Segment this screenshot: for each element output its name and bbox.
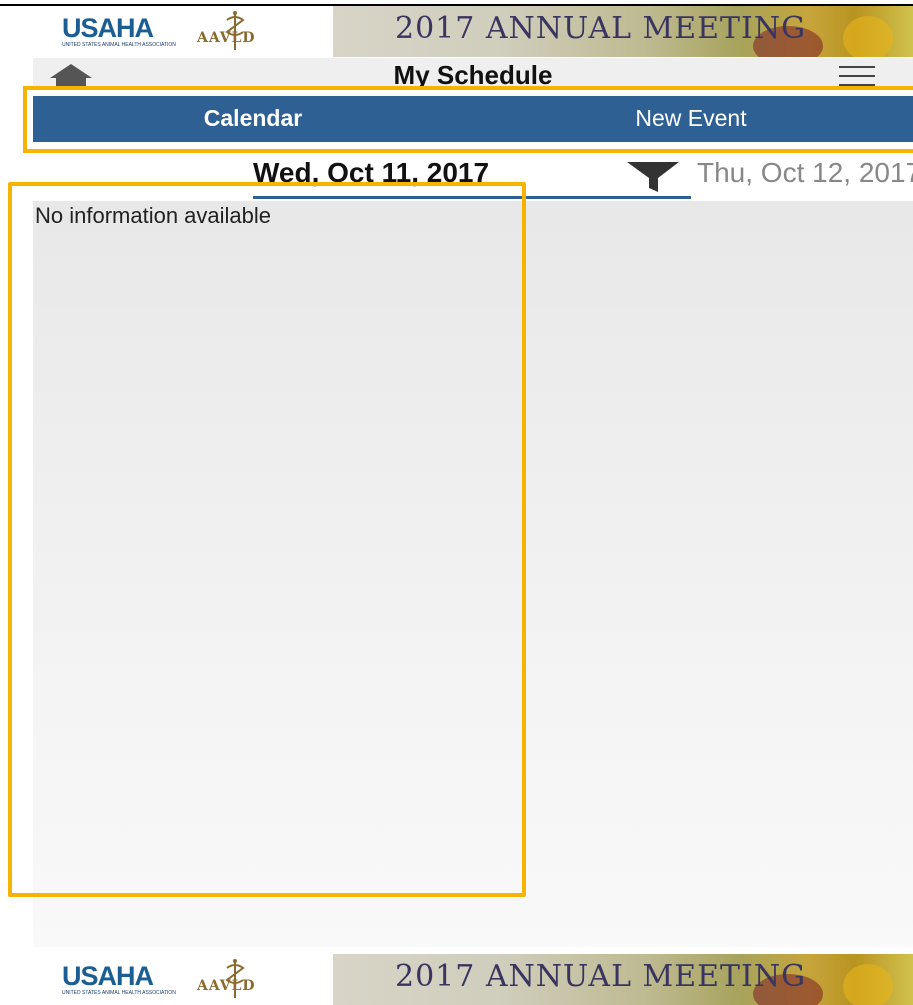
schedule-list-highlight [8, 182, 526, 897]
date-tab-next[interactable]: Thu, Oct 12, 2017 [697, 157, 913, 189]
usaha-logo-text: USAHA [62, 961, 154, 991]
usaha-logo-tagline: UNITED STATES ANIMAL HEALTH ASSOCIATION [62, 42, 176, 48]
usaha-logo-text: USAHA [62, 13, 154, 43]
meeting-title: 2017 ANNUAL MEETING [395, 11, 807, 46]
aavld-logo-text: AAVLD [197, 30, 256, 46]
aavld-logo: AAVLD [197, 958, 287, 998]
filter-icon[interactable] [625, 158, 681, 198]
top-banner: USAHA UNITED STATES ANIMAL HEALTH ASSOCI… [0, 0, 913, 57]
usaha-logo: USAHA UNITED STATES ANIMAL HEALTH ASSOCI… [62, 961, 176, 996]
aavld-logo-text: AAVLD [197, 978, 256, 994]
usaha-logo-tagline: UNITED STATES ANIMAL HEALTH ASSOCIATION [62, 990, 176, 996]
meeting-title: 2017 ANNUAL MEETING [395, 959, 807, 994]
aavld-logo: AAVLD [197, 10, 287, 50]
tab-bar-highlight [23, 86, 913, 153]
bottom-banner: USAHA UNITED STATES ANIMAL HEALTH ASSOCI… [0, 948, 913, 1005]
usaha-logo: USAHA UNITED STATES ANIMAL HEALTH ASSOCI… [62, 13, 176, 48]
